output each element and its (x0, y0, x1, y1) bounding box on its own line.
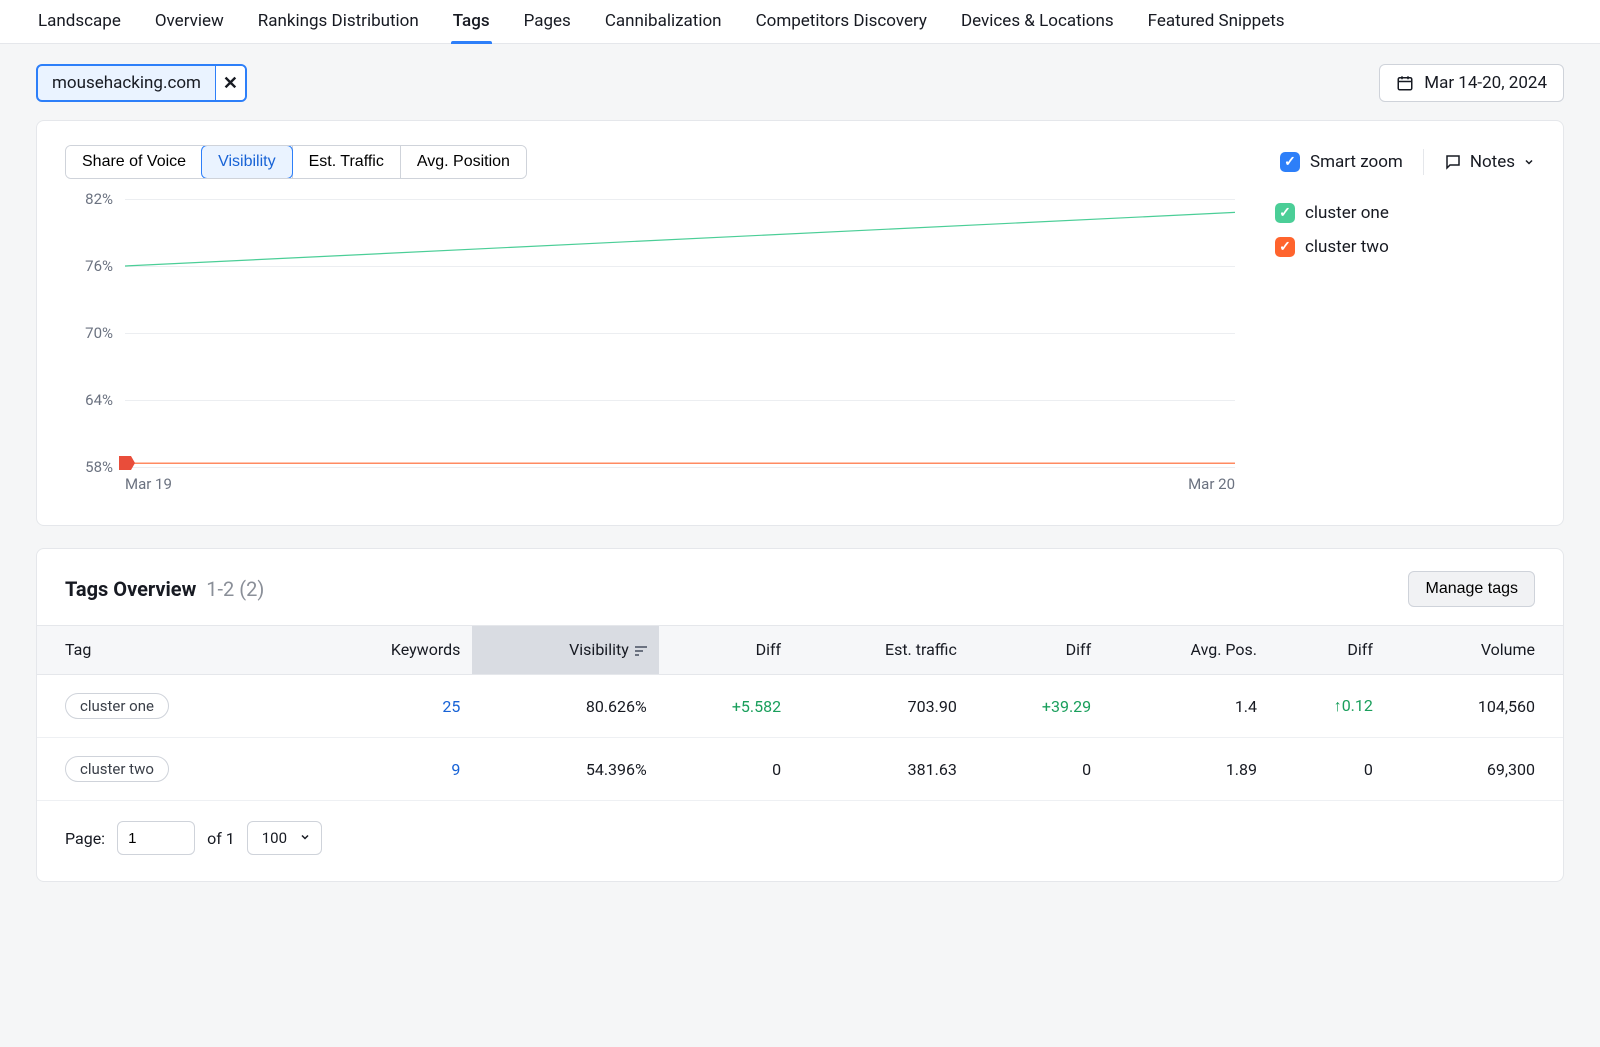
col-visibility[interactable]: Visibility (472, 626, 658, 675)
metric-segmented-control: Share of VoiceVisibilityEst. TrafficAvg.… (65, 145, 527, 179)
series-line (125, 212, 1235, 266)
checkbox-checked-icon: ✓ (1275, 237, 1295, 257)
col-est-traffic[interactable]: Est. traffic (793, 626, 969, 675)
col-avg-pos[interactable]: Avg. Pos. (1103, 626, 1269, 675)
page-label: Page: (65, 829, 105, 848)
checkbox-checked-icon: ✓ (1275, 203, 1295, 223)
legend-label: cluster two (1305, 237, 1389, 257)
tab-pages[interactable]: Pages (522, 1, 573, 43)
x-tick: Mar 20 (1188, 475, 1235, 493)
y-tick: 76% (85, 257, 113, 275)
domain-chip[interactable]: mousehacking.com ✕ (36, 64, 247, 102)
filter-bar: mousehacking.com ✕ Mar 14-20, 2024 (0, 44, 1600, 120)
tags-table: Tag Keywords Visibility Diff Est. traffi… (37, 625, 1563, 801)
page-size-select[interactable]: 100 (247, 821, 322, 855)
chart-toolbar: Share of VoiceVisibilityEst. TrafficAvg.… (37, 121, 1563, 191)
keywords-link[interactable]: 25 (442, 697, 460, 716)
checkbox-checked-icon: ✓ (1280, 152, 1300, 172)
metric-est-traffic[interactable]: Est. Traffic (292, 146, 400, 178)
page-input[interactable] (117, 821, 195, 855)
legend-label: cluster one (1305, 203, 1389, 223)
cell-est-traffic: 703.90 (793, 675, 969, 738)
tags-overview-title: Tags Overview (65, 577, 196, 601)
cell-volume: 69,300 (1385, 738, 1563, 801)
chevron-down-icon (1523, 156, 1535, 168)
y-tick: 58% (85, 458, 113, 476)
cell-visibility: 80.626% (472, 675, 658, 738)
col-tag[interactable]: Tag (37, 626, 301, 675)
date-range-picker[interactable]: Mar 14-20, 2024 (1379, 64, 1564, 102)
chevron-down-icon (299, 829, 311, 847)
legend-item[interactable]: ✓ cluster one (1275, 203, 1535, 223)
tag-chip[interactable]: cluster one (65, 693, 169, 719)
col-diff-visibility[interactable]: Diff (659, 626, 793, 675)
tab-overview[interactable]: Overview (153, 1, 226, 43)
domain-chip-value: mousehacking.com (38, 67, 215, 99)
tags-overview-card: Tags Overview 1-2 (2) Manage tags Tag Ke… (36, 548, 1564, 882)
cell-diff: 0 (969, 738, 1103, 801)
table-pager: Page: of 1 100 (37, 801, 1563, 881)
y-tick: 64% (85, 391, 113, 409)
cell-diff: +39.29 (969, 675, 1103, 738)
visibility-chart-card: Share of VoiceVisibilityEst. TrafficAvg.… (36, 120, 1564, 526)
keywords-link[interactable]: 9 (451, 760, 460, 779)
col-diff-traffic[interactable]: Diff (969, 626, 1103, 675)
tab-featured-snippets[interactable]: Featured Snippets (1146, 1, 1287, 43)
cell-diff: 0 (1269, 738, 1385, 801)
cell-avg-pos: 1.89 (1103, 738, 1269, 801)
separator (1423, 149, 1424, 175)
tab-cannibalization[interactable]: Cannibalization (603, 1, 724, 43)
smart-zoom-toggle[interactable]: ✓ Smart zoom (1280, 152, 1403, 172)
grid-line (125, 467, 1235, 468)
y-tick: 82% (85, 190, 113, 208)
notes-label: Notes (1470, 152, 1515, 172)
cell-volume: 104,560 (1385, 675, 1563, 738)
tab-landscape[interactable]: Landscape (36, 1, 123, 43)
cell-diff: 0 (659, 738, 793, 801)
tab-tags[interactable]: Tags (451, 1, 492, 43)
y-tick: 70% (85, 324, 113, 342)
top-nav: Landscape Overview Rankings Distribution Ta… (0, 0, 1600, 44)
date-range-value: Mar 14-20, 2024 (1424, 73, 1547, 93)
calendar-icon (1396, 74, 1414, 92)
tags-overview-range: 1-2 (2) (206, 577, 264, 601)
col-diff-pos[interactable]: Diff (1269, 626, 1385, 675)
cell-est-traffic: 381.63 (793, 738, 969, 801)
tab-rankings-distribution[interactable]: Rankings Distribution (256, 1, 421, 43)
note-flag-icon[interactable] (119, 456, 131, 470)
tab-devices-locations[interactable]: Devices & Locations (959, 1, 1116, 43)
table-row: cluster two954.396%0381.6301.89069,300 (37, 738, 1563, 801)
smart-zoom-label: Smart zoom (1310, 152, 1403, 172)
tab-competitors-discovery[interactable]: Competitors Discovery (754, 1, 929, 43)
page-total: of 1 (207, 829, 235, 848)
sort-desc-icon (635, 641, 647, 660)
metric-avg-position[interactable]: Avg. Position (400, 146, 526, 178)
metric-visibility[interactable]: Visibility (201, 145, 293, 179)
cell-visibility: 54.396% (472, 738, 658, 801)
chart-legend: ✓ cluster one ✓ cluster two (1275, 199, 1535, 499)
legend-item[interactable]: ✓ cluster two (1275, 237, 1535, 257)
cell-diff: +5.582 (659, 675, 793, 738)
x-tick: Mar 19 (125, 475, 172, 493)
metric-share-of-voice[interactable]: Share of Voice (66, 146, 202, 178)
domain-chip-remove[interactable]: ✕ (215, 66, 245, 100)
notes-dropdown[interactable]: Notes (1444, 152, 1535, 172)
tag-chip[interactable]: cluster two (65, 756, 169, 782)
manage-tags-button[interactable]: Manage tags (1408, 571, 1535, 607)
col-volume[interactable]: Volume (1385, 626, 1563, 675)
col-keywords[interactable]: Keywords (301, 626, 472, 675)
chart-area: 82%76%70%64%58% Mar 19Mar 20 (65, 199, 1235, 499)
table-row: cluster one 25 80.626%+5.582703.90+39.291.… (37, 675, 1563, 738)
cell-diff: ↑0.12 (1269, 675, 1385, 738)
note-icon (1444, 153, 1462, 171)
cell-avg-pos: 1.4 (1103, 675, 1269, 738)
